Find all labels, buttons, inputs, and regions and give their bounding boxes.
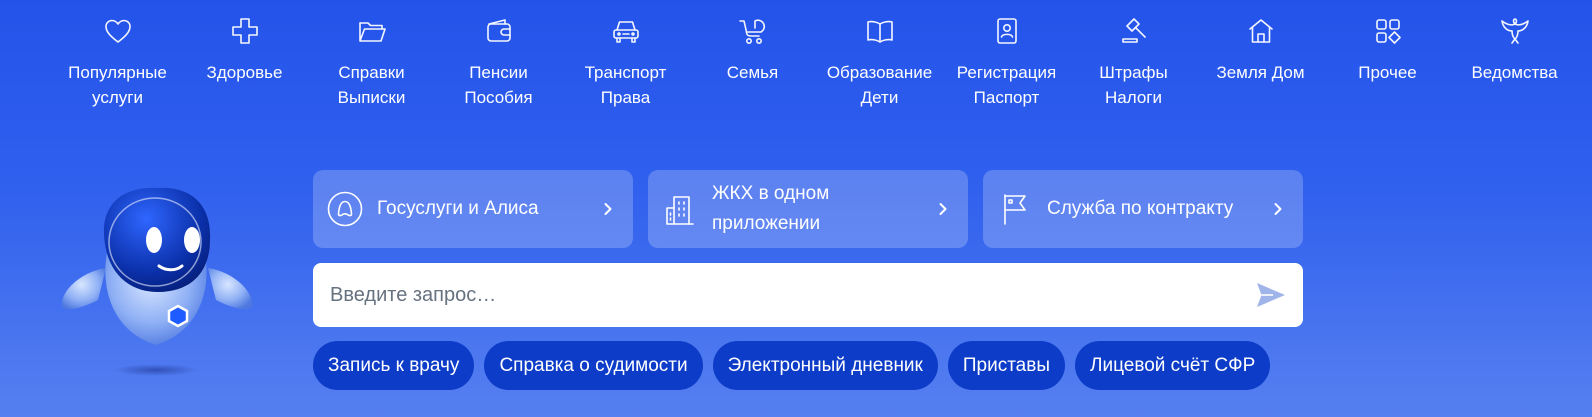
book-icon [863, 14, 897, 48]
quick-links: Запись к врачу Справка о судимости Элект… [313, 341, 1271, 390]
car-icon [609, 14, 643, 48]
category-pensions[interactable]: Пенсии Пособия [435, 14, 562, 114]
wallet-icon [482, 14, 516, 48]
category-label: Справки Выписки [337, 63, 406, 107]
category-label: Регистрация Паспорт [956, 63, 1057, 107]
send-icon [1257, 283, 1285, 307]
category-nav: Популярные услуги Здоровье Справки Выпис… [54, 14, 1592, 114]
category-other[interactable]: Прочее [1324, 14, 1451, 114]
category-fines[interactable]: Штрафы Налоги [1070, 14, 1197, 114]
category-label: Штрафы Налоги [1099, 63, 1168, 107]
grid-icon [1371, 14, 1405, 48]
category-registration[interactable]: Регистрация Паспорт [943, 14, 1070, 114]
category-certificates[interactable]: Справки Выписки [308, 14, 435, 114]
quick-link-sfr-account[interactable]: Лицевой счёт СФР [1075, 341, 1271, 390]
category-land-house[interactable]: Земля Дом [1197, 14, 1324, 114]
eagle-icon [1498, 14, 1532, 48]
quick-link-bailiffs[interactable]: Приставы [947, 341, 1066, 390]
category-label: Здоровье [206, 63, 283, 82]
category-label: Образование Дети [826, 63, 933, 107]
category-family[interactable]: Семья [689, 14, 816, 114]
promo-card-housing[interactable]: ЖКХ в одном приложении [648, 170, 968, 248]
passport-icon [990, 14, 1024, 48]
promo-card-contract-service[interactable]: Служба по контракту [983, 170, 1303, 248]
gavel-icon [1117, 14, 1151, 48]
promo-row: Госуслуги и Алиса ЖКХ в одном приложении… [313, 170, 1303, 248]
robot-mascot [58, 180, 258, 380]
category-label: Популярные услуги [68, 63, 167, 107]
quick-link-doctor[interactable]: Запись к врачу [313, 341, 475, 390]
category-label: Пенсии Пособия [464, 63, 533, 107]
category-label: Ведомства [1471, 63, 1558, 82]
promo-label: Служба по контракту [1047, 198, 1234, 219]
category-transport[interactable]: Транспорт Права [562, 14, 689, 114]
house-icon [1244, 14, 1278, 48]
category-label: Земля Дом [1216, 63, 1305, 82]
search-box [313, 263, 1303, 327]
chevron-right-icon [936, 202, 950, 216]
promo-label: ЖКХ в одном приложении [712, 183, 830, 234]
building-icon [662, 191, 698, 227]
category-label: Транспорт Права [584, 63, 667, 107]
category-agencies[interactable]: Ведомства [1451, 14, 1578, 114]
category-popular[interactable]: Популярные услуги [54, 14, 181, 114]
category-education[interactable]: Образование Дети [816, 14, 943, 114]
folder-icon [355, 14, 389, 48]
quick-link-e-diary[interactable]: Электронный дневник [712, 341, 938, 390]
category-health[interactable]: Здоровье [181, 14, 308, 114]
chevron-right-icon [601, 202, 615, 216]
send-button[interactable] [1253, 277, 1289, 313]
flag-icon [997, 191, 1033, 227]
search-input[interactable] [328, 274, 1253, 316]
heart-icon [101, 14, 135, 48]
quick-link-criminal-record[interactable]: Справка о судимости [484, 341, 703, 390]
chevron-right-icon [1271, 202, 1285, 216]
category-label: Семья [726, 63, 779, 82]
alice-icon [327, 191, 363, 227]
medical-cross-icon [228, 14, 262, 48]
promo-card-alice[interactable]: Госуслуги и Алиса [313, 170, 633, 248]
stroller-icon [736, 14, 770, 48]
category-label: Прочее [1358, 63, 1417, 82]
promo-label: Госуслуги и Алиса [377, 198, 539, 219]
